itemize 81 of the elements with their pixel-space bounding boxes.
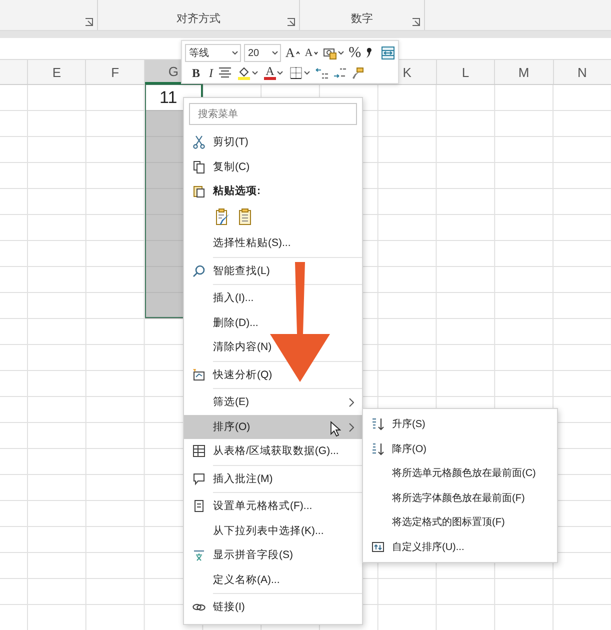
sort-ascending-icon [371,417,385,432]
caret-down-icon [314,51,318,55]
font-size-dropdown[interactable]: 20 [244,44,282,62]
mouse-pointer-icon [330,420,341,436]
menu-item[interactable]: 插入(I)... [184,286,362,310]
search-field[interactable]: 搜索菜单 [189,103,357,125]
align-center-icon[interactable] [218,66,232,80]
caret-up-icon [296,51,300,55]
menu-item[interactable]: 插入批注(M) [184,466,362,491]
menu-item[interactable]: 筛选(E) [184,390,362,414]
borders-icon [289,66,304,80]
font-color-button[interactable]: A [263,64,284,82]
column-header[interactable]: M [518,64,530,80]
dialog-launcher-icon[interactable] [85,18,93,26]
menu-item[interactable]: 升序(S) [363,412,557,436]
decrease-decimal-icon[interactable] [333,66,348,80]
increase-decimal-icon[interactable] [315,66,330,80]
dialog-launcher-icon[interactable] [287,18,295,26]
ribbon-group-label: 对齐方式 [176,12,220,26]
percent-button[interactable]: % [348,44,362,62]
clipboard-icon [192,184,206,198]
menu-item[interactable]: 复制(C) [184,154,362,179]
sort-descending-icon [371,442,385,456]
column-header[interactable]: N [578,64,587,80]
ribbon-group-label: 数字 [351,12,373,26]
menu-item[interactable]: 将所选单元格颜色放在最前面(C) [363,461,557,486]
comment-icon [192,472,206,486]
quick-analysis-icon [192,368,206,382]
menu-item[interactable]: 设置单元格格式(F)... [184,494,362,518]
menu-item[interactable]: 链接(I) [184,595,362,620]
menu-item[interactable]: 排序(O) [184,414,362,439]
caret-icon [232,51,238,55]
format-cells-icon [192,499,206,514]
increase-font-button[interactable]: A [284,44,301,62]
chevron-right-icon [349,398,354,407]
banknote-coin-icon [322,46,337,60]
menu-item[interactable]: 选择性粘贴(S)... [184,231,362,256]
borders-button[interactable] [288,64,312,82]
menu-item[interactable]: 剪切(T) [184,130,362,154]
column-header[interactable]: F [111,64,120,80]
menu-item[interactable]: 从表格/区域获取数据(G)... [184,439,362,464]
font-dropdown[interactable]: 等线 [185,44,241,62]
column-header[interactable]: G [168,64,179,78]
menu-item[interactable]: 将所选字体颜色放在最前面(F) [363,486,557,510]
menu-item[interactable]: 快速分析(Q) [184,362,362,387]
column-header[interactable]: L [462,64,470,80]
column-header[interactable]: E [52,64,62,80]
menu-item[interactable]: 显示拼音字段(S) [184,543,362,568]
cell-value: 11 [160,88,178,108]
chevron-right-icon [349,422,354,432]
search-icon [192,264,206,278]
format-painter-icon[interactable] [351,66,366,80]
table-icon [192,444,206,458]
caret-icon [272,51,278,55]
menu-item[interactable]: 从下拉列表中选择(K)... [184,518,362,543]
menu-item[interactable]: 定义名称(A)... [184,568,362,592]
dialog-launcher-icon[interactable] [412,18,420,26]
menu-item[interactable]: 删除(D)... [184,310,362,335]
caret-icon [252,71,258,75]
bold-button[interactable]: B [191,64,202,82]
merge-cells-icon[interactable] [381,46,395,60]
menu-item[interactable]: 自定义排序(U)... [363,534,557,559]
menu-item[interactable]: 清除内容(N) [184,335,362,360]
comma-style-icon[interactable] [365,47,373,59]
scissors-icon [192,135,206,150]
column-header[interactable]: K [402,64,412,80]
paste-formatting-icon[interactable] [215,208,231,226]
pinyin-icon [192,548,206,562]
menu-section-label: 粘贴选项: [213,184,260,198]
menu-item[interactable]: 智能查找(L) [184,258,362,283]
menu-item[interactable]: 降序(O) [363,436,557,461]
custom-sort-icon [371,540,385,554]
caret-icon [277,71,284,75]
copy-icon [192,160,206,174]
caret-icon [338,51,344,55]
italic-button[interactable]: I [208,64,214,82]
caret-icon [304,71,310,75]
paste-icon[interactable] [237,208,253,226]
menu-item[interactable]: 将选定格式的图标置顶(F) [363,510,557,534]
paint-bucket-icon [237,66,252,80]
decrease-font-button[interactable]: A [304,44,319,62]
